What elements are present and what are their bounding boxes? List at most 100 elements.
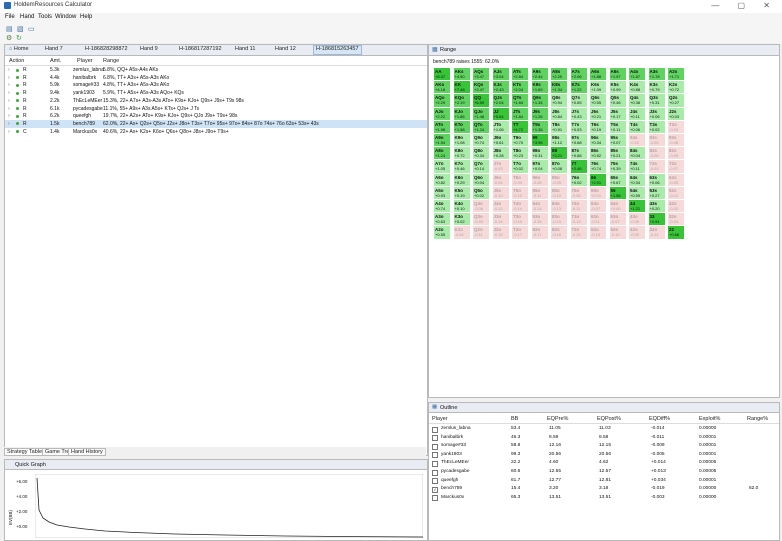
open-file-icon[interactable]: ▧ (17, 26, 25, 33)
range-cell[interactable]: 32o -0.11 (647, 225, 666, 241)
outline-row[interactable]: pycadesgabe 60.6 12.55 12.57 +0.013 0.00005 (429, 468, 779, 477)
col-range-pct[interactable]: Range% (747, 416, 768, 422)
range-cell[interactable]: 92o -0.17 (530, 225, 549, 241)
tab-hand-h186828298872[interactable]: H-186828298872 (83, 46, 130, 54)
player-status-icon (16, 114, 19, 118)
player-checkbox[interactable] (432, 435, 438, 442)
range-cell[interactable]: 72o -0.15 (569, 225, 588, 241)
hand-ev: +0.23 (513, 153, 524, 159)
player-checkbox[interactable] (432, 452, 438, 459)
refresh-icon[interactable]: ↻ (16, 35, 24, 42)
tab-strategy-table[interactable]: Strategy Table (4, 448, 46, 456)
expand-arrow-icon[interactable]: › (8, 67, 10, 73)
expand-arrow-icon[interactable]: › (8, 129, 10, 135)
stack-bb: 15.4 (511, 486, 521, 492)
calculate-icon[interactable]: ⚙ (6, 35, 14, 42)
col-player[interactable]: Player (77, 58, 93, 64)
col-amount[interactable]: Amt. (50, 58, 61, 64)
col-eq-pre[interactable]: EQPre% (547, 416, 568, 422)
range-cell[interactable]: Q2o -0.11 (472, 225, 490, 241)
save-icon[interactable]: ▭ (28, 26, 36, 33)
range-cell[interactable]: 52o -0.10 (608, 225, 627, 241)
col-player[interactable]: Player (432, 416, 448, 422)
window-controls[interactable]: — ▢ ✕ (711, 1, 778, 10)
range-cell[interactable]: A2o +0.55 (433, 225, 451, 241)
range-cell[interactable]: 62o -0.13 (589, 225, 607, 241)
player-checkbox[interactable] (432, 469, 438, 476)
col-action[interactable]: Action (9, 58, 24, 64)
expand-arrow-icon[interactable]: › (8, 121, 10, 127)
action-row[interactable]: › R 1.5k bench789 62.0%, 22+ Ax+ Q2s+ Q5o+ J… (5, 119, 427, 128)
outline-table-header: Player BB EQPre% EQPost% EQDiff% Exploit… (429, 415, 779, 424)
menu-help[interactable]: Help (80, 14, 92, 20)
outline-row[interactable]: yank1903 99.3 20.56 20.56 -0.005 0.00001 (429, 451, 779, 460)
col-range[interactable]: Range (103, 58, 119, 64)
tab-hand-11[interactable]: Hand 11 (233, 46, 257, 54)
outline-row[interactable]: zemlus_labna 53.4 11.05 11.03 -0.014 0.00000 (429, 425, 779, 434)
stack-bb: 65.3 (511, 494, 521, 500)
range-cell[interactable]: T2o -0.17 (511, 225, 529, 241)
outline-row[interactable]: ✓ bench789 15.4 3.20 3.18 -0.019 0.00000 62.0 (429, 485, 779, 494)
action-row[interactable]: › R 5.9k somage#33 4.8%, TT+ A3s+ A5s-A3s AK… (5, 81, 427, 89)
col-eq-diff[interactable]: EQDiff% (649, 416, 670, 422)
range-cell[interactable]: 82o -0.16 (550, 225, 568, 241)
outline-row[interactable]: ThEcLeMEer 22.2 4.60 4.62 +0.014 0.00005 (429, 459, 779, 468)
range-text[interactable]: 4.8%, TT+ A3s+ A5s-A3s AKo (103, 82, 169, 88)
expand-arrow-icon[interactable]: › (8, 98, 10, 104)
tab-hand-12[interactable]: Hand 12 (273, 46, 298, 54)
expand-arrow-icon[interactable]: › (8, 82, 10, 88)
outline-row[interactable]: hanibalbrk 46.3 8.59 8.58 -0.011 0.00001 (429, 434, 779, 443)
player-checkbox[interactable]: ✓ (432, 486, 438, 493)
menu-tools[interactable]: Tools (38, 14, 52, 20)
range-text[interactable]: 40.6%, 22+ Ax+ K2s+ K6o+ Q6s+ Q8o+ J8s+ … (103, 129, 229, 135)
col-bb[interactable]: BB (511, 416, 518, 422)
player-checkbox[interactable] (432, 426, 438, 433)
menu-window[interactable]: Window (55, 14, 76, 20)
col-exploit[interactable]: Exploit% (699, 416, 720, 422)
player-checkbox[interactable] (432, 460, 438, 467)
action-row[interactable]: › R 9.4k yank1903 5.9%, TT+ A5s+ A5s-A3s AQo… (5, 89, 427, 97)
outline-row[interactable]: queefgh 61.7 12.77 12.81 +0.034 0.00001 (429, 477, 779, 486)
range-text[interactable]: 19.7%, 22+ A2s+ ATo+ K9s+ KJo+ Q9s+ QJo … (103, 113, 237, 119)
expand-arrow-icon[interactable]: › (8, 106, 10, 112)
expand-arrow-icon[interactable]: › (8, 113, 10, 119)
player-checkbox[interactable] (432, 443, 438, 450)
outline-row[interactable]: Marckus0x 65.3 13.51 13.51 -0.003 0.00000 (429, 494, 779, 503)
player-checkbox[interactable] (432, 495, 438, 502)
range-text[interactable]: 5.9%, TT+ A5s+ A5s-A3s AQo+ KQs (103, 90, 184, 96)
expand-arrow-icon[interactable]: › (8, 90, 10, 96)
range-cell[interactable]: 22 +0.66 (667, 225, 685, 241)
outline-row[interactable]: somage#33 58.8 12.16 12.15 -0.009 0.00001 (429, 442, 779, 451)
menu-file[interactable]: File (5, 14, 15, 20)
player-name: pycadesgabe (441, 469, 470, 474)
range-cell[interactable]: K2o -0.04 (452, 225, 471, 241)
action-row[interactable]: › R 6.2k queefgh 19.7%, 22+ A2s+ ATo+ K9s+ K… (5, 112, 427, 120)
outline-panel-title: Outline (440, 404, 458, 411)
range-text[interactable]: 5.8%, QQ+ A5s-A4s AKs (103, 67, 158, 73)
action-row[interactable]: › R 2.2k ThEcLeMEer 15.3%, 22+ A7s+ A3s-A3s … (5, 97, 427, 105)
range-text[interactable]: 6.8%, TT+ A3s+ A5s-A3s AKo (103, 75, 169, 81)
action-row[interactable]: › R 5.3k zemlus_labna 5.8%, QQ+ A5s-A4s AKs (5, 66, 427, 74)
tab-hand-h186817287192[interactable]: H-186817287192 (177, 46, 224, 54)
action-row[interactable]: › R 4.4k hanibalbrk 6.8%, TT+ A3s+ A5s-A3s A… (5, 74, 427, 82)
tab-home[interactable]: ⌂ Home (7, 46, 31, 54)
action-row[interactable]: › C 1.4k Marckus0x 40.6%, 22+ Ax+ K2s+ K6o+ … (5, 128, 427, 136)
col-eq-post[interactable]: EQPost% (597, 416, 621, 422)
range-cell[interactable]: J2o -0.15 (491, 225, 510, 241)
range-cell[interactable]: 42o -0.09 (628, 225, 646, 241)
tab-hand-history[interactable]: Hand History (68, 448, 106, 456)
tab-hand-7[interactable]: Hand 7 (43, 46, 65, 54)
menu-hand[interactable]: Hand (20, 14, 34, 20)
action-row[interactable]: › R 6.1k pycadesgabe 11.1%, 55+ A9s+ A3s A5s… (5, 105, 427, 113)
tab-label: Home (13, 46, 29, 52)
tab-hand-9[interactable]: Hand 9 (138, 46, 160, 54)
new-file-icon[interactable]: ▤ (6, 26, 14, 33)
range-text[interactable]: 11.1%, 55+ A9s+ A3s A5s+ KTs+ QJs+ J Ts (103, 106, 199, 112)
expand-arrow-icon[interactable]: › (8, 75, 10, 81)
range-text[interactable]: 15.3%, 22+ A7s+ A3s-A3s ATo+ K9s+ KJo+ Q… (103, 98, 244, 104)
hand-ev: +1.54 (435, 140, 446, 145)
player-checkbox[interactable] (432, 478, 438, 485)
range-text[interactable]: 62.0%, 22+ Ax+ Q2s+ Q5o+ J2s+ J8o+ T3s+ … (103, 121, 319, 127)
tab-hand-h186815263457[interactable]: H-186815263457 (313, 45, 362, 55)
player-name: Marckus0x (441, 494, 465, 500)
